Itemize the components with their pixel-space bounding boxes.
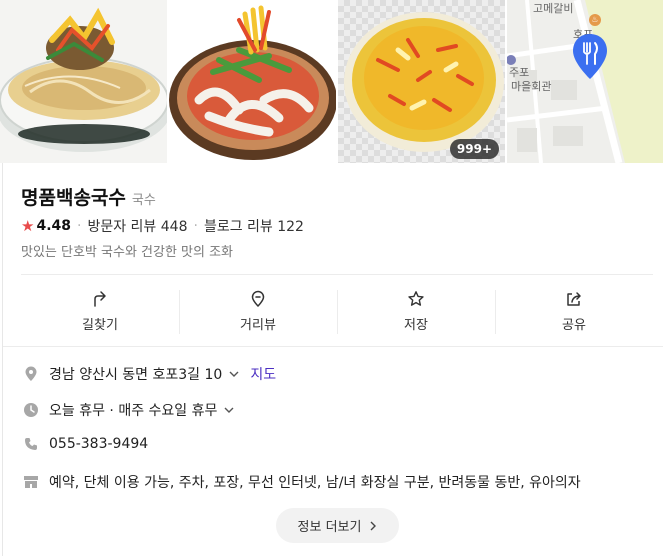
map-thumbnail[interactable]: 고메갈비 ♨ 호포 주포 마을회관 xyxy=(507,0,663,163)
separator-dot: · xyxy=(193,218,198,234)
chevron-down-icon[interactable] xyxy=(223,404,235,416)
street-view-icon xyxy=(251,290,265,307)
save-button[interactable]: 저장 xyxy=(337,287,495,335)
store-icon xyxy=(23,474,39,490)
directions-label: 길찾기 xyxy=(82,317,118,333)
chevron-right-icon xyxy=(370,521,377,530)
share-label: 공유 xyxy=(562,317,586,333)
directions-button[interactable]: 길찾기 xyxy=(21,287,179,335)
street-view-label: 거리뷰 xyxy=(240,317,276,333)
rating-star-icon: ★ xyxy=(21,217,35,235)
map-link[interactable]: 지도 xyxy=(250,364,276,384)
divider xyxy=(3,346,663,347)
place-info-card: 명품백송국수 국수 ★ 4.48 · 방문자 리뷰 448 · 블로그 리뷰 1… xyxy=(2,163,663,556)
more-info-label: 정보 더보기 xyxy=(297,520,362,535)
save-label: 저장 xyxy=(404,317,428,333)
share-icon xyxy=(567,291,581,306)
address-row: 경남 양산시 동면 호포3길 10 지도 xyxy=(23,364,276,384)
amenities-row: 예약, 단체 이용 가능, 주차, 포장, 무선 인터넷, 남/녀 화장실 구분… xyxy=(23,472,581,492)
rating-value: 4.48 xyxy=(36,218,71,234)
separator-dot: · xyxy=(77,218,82,234)
food-photo-2[interactable] xyxy=(169,0,336,163)
more-info-button[interactable]: 정보 더보기 xyxy=(276,508,399,543)
directions-icon xyxy=(94,290,106,307)
food-photo-3[interactable]: 999+ xyxy=(338,0,505,163)
location-pin-icon xyxy=(23,366,39,382)
place-category: 국수 xyxy=(131,193,156,208)
map-pin-icon xyxy=(573,34,607,79)
place-description: 맛있는 단호박 국수와 건강한 맛의 조화 xyxy=(21,245,234,260)
photo-gallery: 999+ 고메갈비 ♨ 호포 주포 마을회관 xyxy=(0,0,663,163)
share-button[interactable]: 공유 xyxy=(495,287,653,335)
map-label-hall: 마을회관 xyxy=(511,80,552,93)
phone-number[interactable]: 055-383-9494 xyxy=(49,436,148,452)
divider xyxy=(21,274,653,275)
map-poi-icon: ♨ xyxy=(589,14,601,26)
blog-reviews-link[interactable]: 블로그 리뷰 122 xyxy=(204,216,304,236)
chevron-down-icon[interactable] xyxy=(228,368,240,380)
photo-count-badge[interactable]: 999+ xyxy=(449,139,499,159)
phone-row: 055-383-9494 xyxy=(23,436,148,452)
address-text: 경남 양산시 동면 호포3길 10 xyxy=(49,367,223,383)
visitor-reviews-link[interactable]: 방문자 리뷰 448 xyxy=(87,216,187,236)
phone-icon xyxy=(23,436,39,452)
map-label-gome: 고메갈비 xyxy=(533,2,574,15)
hours-text: 오늘 휴무 · 매주 수요일 휴무 xyxy=(49,403,218,419)
street-view-button[interactable]: 거리뷰 xyxy=(179,287,337,335)
hours-row: 오늘 휴무 · 매주 수요일 휴무 xyxy=(23,400,235,420)
food-photo-1[interactable] xyxy=(0,0,167,163)
place-title-row: 명품백송국수 국수 xyxy=(21,183,156,210)
review-summary: ★ 4.48 · 방문자 리뷰 448 · 블로그 리뷰 122 xyxy=(21,216,304,236)
action-bar: 길찾기 거리뷰 저장 공유 xyxy=(21,287,653,335)
amenities-text: 예약, 단체 이용 가능, 주차, 포장, 무선 인터넷, 남/녀 화장실 구분… xyxy=(49,475,581,491)
place-name[interactable]: 명품백송국수 xyxy=(21,183,126,210)
star-icon xyxy=(408,290,424,306)
clock-icon xyxy=(23,402,39,418)
